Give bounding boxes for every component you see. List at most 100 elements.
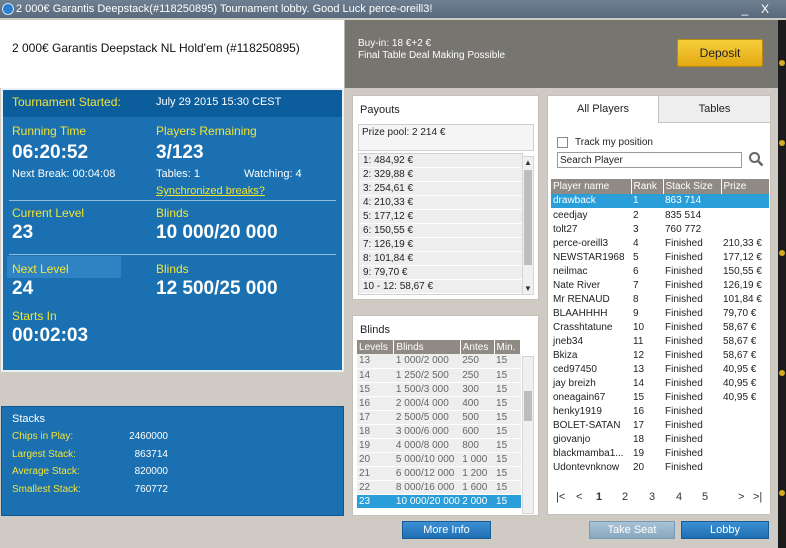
players-column-header[interactable]: Rank [631,179,664,194]
player-cell: Finished [663,334,721,349]
take-seat-button[interactable]: Take Seat [589,521,675,539]
more-info-button[interactable]: More Info [402,521,491,539]
minimize-button[interactable]: _ [736,0,754,18]
payout-list[interactable]: 1: 484,92 €2: 329,88 €3: 254,61 €4: 210,… [358,153,523,295]
player-row[interactable]: Bkiza 12 Finished 58,67 € [551,348,769,363]
players-column-header[interactable]: Prize [721,179,770,194]
page-link-4[interactable]: 4 [676,491,682,503]
blinds-row[interactable]: 17 2 500/5 000 500 15 [357,410,521,425]
header-info: Buy-in: 18 €+2 € Final Table Deal Making… [358,38,505,62]
scroll-thumb[interactable] [524,170,532,265]
page-link-3[interactable]: 3 [649,491,655,503]
player-row[interactable]: giovanjo 18 Finished [551,432,769,447]
search-icon[interactable] [748,151,764,167]
page-link-2[interactable]: 2 [622,491,628,503]
prev-page-icon[interactable]: < [576,491,582,503]
player-row[interactable]: drawback 1 863 714 [551,194,769,209]
next-blinds-value: 12 500/25 000 [156,278,278,299]
players-column-header[interactable]: Player name [551,179,632,194]
blinds-row[interactable]: 14 1 250/2 500 250 15 [357,368,521,383]
payout-row: 5: 177,12 € [359,210,522,224]
page-link-5[interactable]: 5 [702,491,708,503]
blinds-row[interactable]: 19 4 000/8 000 800 15 [357,438,521,453]
payout-row: 6: 150,55 € [359,224,522,238]
tab-all-players[interactable]: All Players [548,96,659,123]
player-cell: 863 714 [663,194,721,209]
payouts-scrollbar[interactable]: ▲ ▼ [522,156,534,295]
player-row[interactable]: BLAAHHHH 9 Finished 79,70 € [551,306,769,321]
player-row[interactable]: Mr RENAUD 8 Finished 101,84 € [551,292,769,307]
player-cell: 14 [631,376,663,391]
player-cell: Finished [663,292,721,307]
player-cell: Finished [663,376,721,391]
starts-in-value: 00:02:03 [12,325,89,346]
blinds-cell: 15 [494,494,521,509]
blinds-cell: 15 [494,410,521,425]
player-row[interactable]: ceedjay 2 835 514 [551,208,769,223]
blinds-box: Blinds Levels Blinds Antes Min. 13 1 000/2 0… [352,315,539,516]
next-blinds-label: Blinds [156,262,189,276]
player-cell [721,418,769,433]
blinds-cell: 15 [494,466,521,481]
chip-icon [779,140,785,146]
player-row[interactable]: tolt27 3 760 772 [551,222,769,237]
blinds-table: Levels Blinds Antes Min. 13 1 000/2 000 250 15… [357,340,522,509]
player-row[interactable]: Crasshtatune 10 Finished 58,67 € [551,320,769,335]
blinds-row[interactable]: 21 6 000/12 000 1 200 15 [357,466,521,481]
player-row[interactable]: neilmac 6 Finished 150,55 € [551,264,769,279]
synchronized-breaks-link[interactable]: Synchronized breaks? [156,185,265,197]
tab-tables[interactable]: Tables [659,96,770,123]
blinds-cell: 800 [460,438,495,453]
first-page-icon[interactable]: |< [556,491,565,503]
player-cell: Finished [663,460,721,475]
players-remaining-value: 3/123 [156,142,204,163]
blinds-row[interactable]: 20 5 000/10 000 1 000 15 [357,452,521,467]
player-row[interactable]: BOLET-SATAN 17 Finished [551,418,769,433]
blinds-row[interactable]: 23 10 000/20 000 2 000 15 [357,494,521,509]
player-row[interactable]: Nate River 7 Finished 126,19 € [551,278,769,293]
blinds-column-header: Antes [460,340,495,354]
next-page-icon[interactable]: > [738,491,744,503]
player-cell: 4 [631,236,663,251]
player-cell: blackmamba1... [551,446,631,461]
last-page-icon[interactable]: >| [753,491,762,503]
player-cell: Finished [663,264,721,279]
blinds-row[interactable]: 16 2 000/4 000 400 15 [357,396,521,411]
search-player-input[interactable] [557,152,742,168]
scroll-down-arrow-icon[interactable]: ▼ [523,283,533,294]
player-row[interactable]: NEWSTAR1968 5 Finished 177,12 € [551,250,769,265]
current-level-label: Current Level [12,206,85,220]
player-row[interactable]: Udontevnknow 20 Finished [551,460,769,475]
scroll-up-arrow-icon[interactable]: ▲ [523,157,533,168]
player-row[interactable]: jay breizh 14 Finished 40,95 € [551,376,769,391]
stacks-panel: Stacks Chips in Play: 2460000 Largest St… [1,406,344,516]
player-cell: NEWSTAR1968 [551,250,631,265]
track-position-checkbox[interactable] [557,137,568,148]
average-stack-value: 820000 [134,466,168,477]
player-row[interactable]: oneagain67 15 Finished 40,95 € [551,390,769,405]
player-cell: Finished [663,306,721,321]
blinds-scrollbar[interactable] [522,356,534,514]
blinds-row[interactable]: 18 3 000/6 000 600 15 [357,424,521,439]
blinds-cell: 18 [357,424,394,439]
scroll-thumb[interactable] [524,391,532,421]
player-cell: Mr RENAUD [551,292,631,307]
lobby-button[interactable]: Lobby [681,521,769,539]
players-column-header[interactable]: Stack Size [663,179,722,194]
current-level-value: 23 [12,222,34,243]
close-button[interactable]: X [756,0,774,18]
player-row[interactable]: perce-oreill3 4 Finished 210,33 € [551,236,769,251]
window-titlebar: 2 000€ Garantis Deepstack(#118250895) To… [0,0,786,18]
deposit-button[interactable]: Deposit [677,39,763,67]
payout-row: 3: 254,61 € [359,182,522,196]
player-row[interactable]: ced97450 13 Finished 40,95 € [551,362,769,377]
player-row[interactable]: henky1919 16 Finished [551,404,769,419]
blinds-row[interactable]: 15 1 500/3 000 300 15 [357,382,521,397]
player-cell: drawback [551,194,631,209]
blinds-row[interactable]: 13 1 000/2 000 250 15 [357,354,521,369]
page-link-1[interactable]: 1 [596,491,602,503]
blinds-row[interactable]: 22 8 000/16 000 1 600 15 [357,480,521,495]
player-row[interactable]: blackmamba1... 19 Finished [551,446,769,461]
tournament-name: 2 000€ Garantis Deepstack NL Hold'em (#1… [12,41,300,55]
player-row[interactable]: jneb34 11 Finished 58,67 € [551,334,769,349]
